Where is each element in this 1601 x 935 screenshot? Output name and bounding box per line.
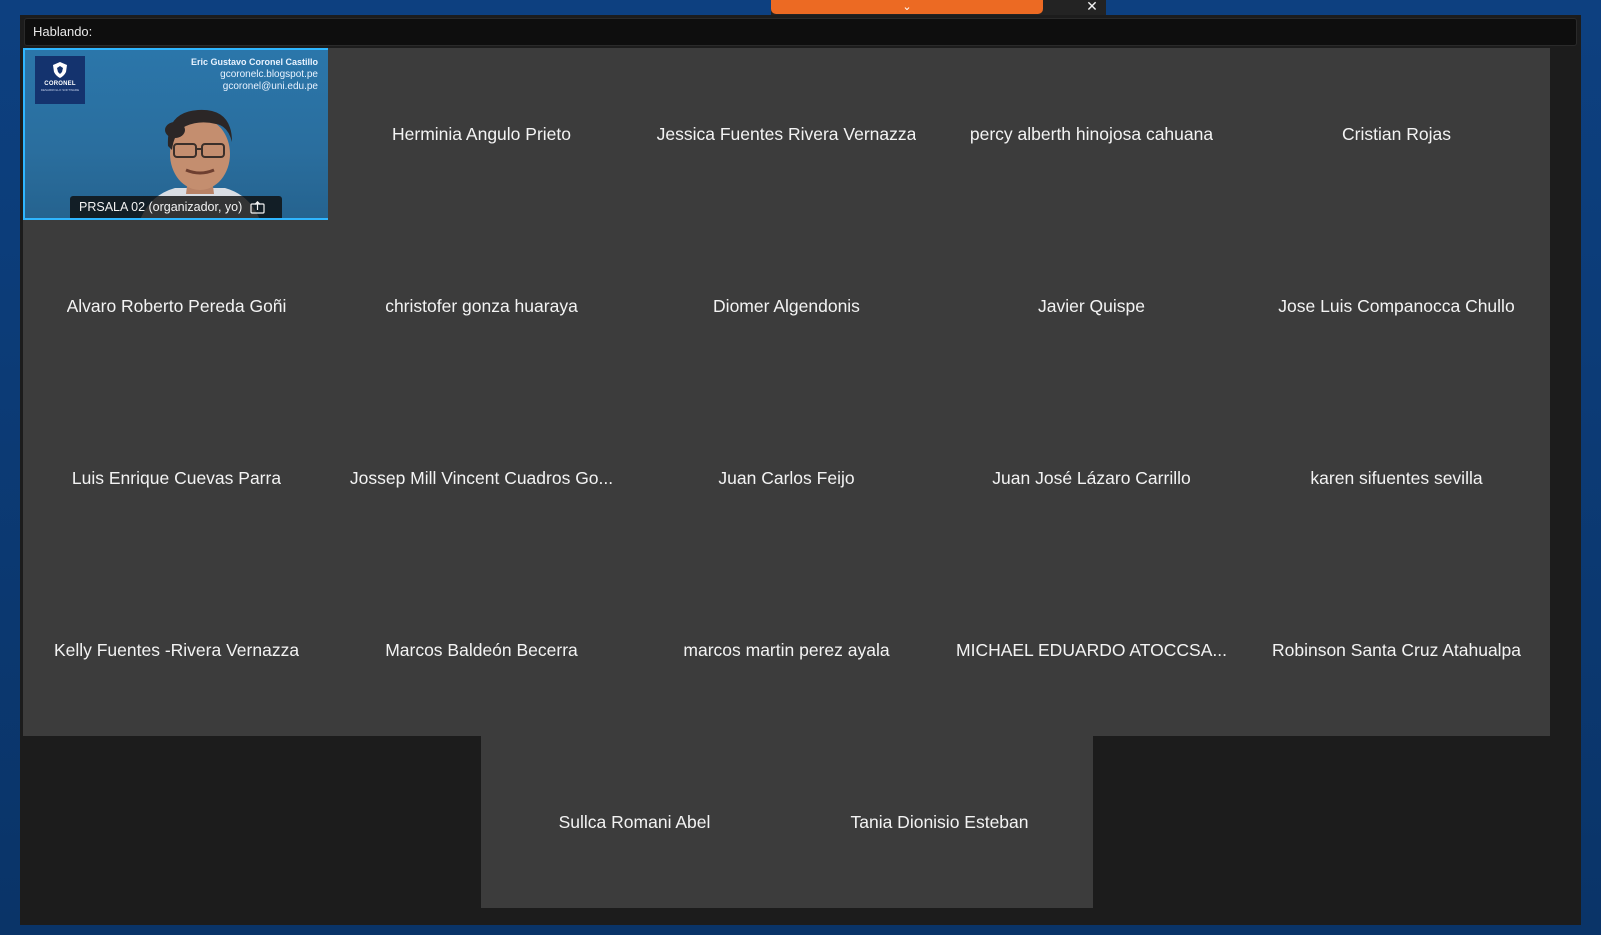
coronel-logo: CORONEL DESARROLLO SOFTWARE <box>35 56 85 104</box>
desktop-background: ⌄ ✕ Hablando: CORONEL DESARROLLO SOFTWAR… <box>0 0 1601 935</box>
participant-name: Marcos Baldeón Becerra <box>385 639 578 660</box>
participant-name: MICHAEL EDUARDO ATOCCSA... <box>956 639 1227 660</box>
participant-name: Diomer Algendonis <box>713 295 860 316</box>
self-name-label: PRSALA 02 (organizador, yo) <box>70 196 282 218</box>
participant-tile[interactable]: Jose Luis Companocca Chullo <box>1243 220 1550 392</box>
participant-tile[interactable]: Robinson Santa Cruz Atahualpa <box>1243 564 1550 736</box>
participant-tile[interactable]: Juan José Lázaro Carrillo <box>938 392 1245 564</box>
shield-icon <box>53 62 67 78</box>
participant-tile[interactable]: Jessica Fuentes Rivera Vernazza <box>633 48 940 220</box>
overlay-name: Eric Gustavo Coronel Castillo <box>190 57 318 67</box>
participant-tile[interactable]: Tania Dionisio Esteban <box>786 736 1093 908</box>
participant-name: karen sifuentes sevilla <box>1310 467 1483 488</box>
participant-name: Cristian Rojas <box>1342 123 1451 144</box>
gallery-grid: CORONEL DESARROLLO SOFTWARE Eric Gustavo… <box>23 48 1580 923</box>
close-icon[interactable]: ✕ <box>1082 0 1102 14</box>
share-screen-icon[interactable] <box>250 200 265 214</box>
participant-tile[interactable]: christofer gonza huaraya <box>328 220 635 392</box>
self-video-tile[interactable]: CORONEL DESARROLLO SOFTWARE Eric Gustavo… <box>23 48 330 220</box>
participant-tile[interactable]: Sullca Romani Abel <box>481 736 788 908</box>
participant-name: Juan José Lázaro Carrillo <box>992 467 1191 488</box>
participant-name: christofer gonza huaraya <box>385 295 578 316</box>
participant-tile[interactable]: MICHAEL EDUARDO ATOCCSA... <box>938 564 1245 736</box>
logo-text: CORONEL <box>44 81 76 87</box>
participant-name: Jose Luis Companocca Chullo <box>1278 295 1515 316</box>
participant-name: Juan Carlos Feijo <box>718 467 855 488</box>
participant-tile[interactable]: Jossep Mill Vincent Cuadros Go... <box>328 392 635 564</box>
participant-tile[interactable]: marcos martin perez ayala <box>633 564 940 736</box>
participant-name: percy alberth hinojosa cahuana <box>969 123 1214 144</box>
participant-tile[interactable]: Kelly Fuentes -Rivera Vernazza <box>23 564 330 736</box>
participant-tile[interactable]: Javier Quispe <box>938 220 1245 392</box>
participant-tile[interactable]: Cristian Rojas <box>1243 48 1550 220</box>
speaking-indicator: Hablando: <box>24 18 1577 46</box>
participant-tile[interactable]: Marcos Baldeón Becerra <box>328 564 635 736</box>
participant-name: Jossep Mill Vincent Cuadros Go... <box>349 467 614 488</box>
participant-tile[interactable]: Herminia Angulo Prieto <box>328 48 635 220</box>
participant-name: Alvaro Roberto Pereda Goñi <box>66 295 287 316</box>
overlay-blog: gcoronelc.blogspot.pe <box>220 68 318 80</box>
participant-name: Javier Quispe <box>1038 295 1145 316</box>
participant-tile[interactable]: Diomer Algendonis <box>633 220 940 392</box>
self-label-text: PRSALA 02 (organizador, yo) <box>79 200 243 214</box>
participant-tile[interactable]: karen sifuentes sevilla <box>1243 392 1550 564</box>
participant-name: marcos martin perez ayala <box>683 639 890 660</box>
chevron-down-icon: ⌄ <box>902 1 912 13</box>
participant-name: Kelly Fuentes -Rivera Vernazza <box>53 639 300 660</box>
video-overlay-info: Eric Gustavo Coronel Castillo gcoronelc.… <box>191 56 318 94</box>
participant-name: Herminia Angulo Prieto <box>392 123 571 144</box>
participant-tile[interactable]: Alvaro Roberto Pereda Goñi <box>23 220 330 392</box>
participant-name: Luis Enrique Cuevas Parra <box>71 467 282 488</box>
meeting-gallery-window: Hablando: CORONEL DESARROLLO SOFTWARE Er… <box>20 15 1581 925</box>
participant-tile[interactable]: percy alberth hinojosa cahuana <box>938 48 1245 220</box>
participant-name: Tania Dionisio Esteban <box>850 811 1029 832</box>
participant-name: Robinson Santa Cruz Atahualpa <box>1271 639 1522 660</box>
participant-tile[interactable]: Luis Enrique Cuevas Parra <box>23 392 330 564</box>
expand-controls-button[interactable]: ⌄ <box>771 0 1043 14</box>
participant-name: Sullca Romani Abel <box>558 811 711 832</box>
participant-name: Jessica Fuentes Rivera Vernazza <box>656 123 917 144</box>
logo-subtext: DESARROLLO SOFTWARE <box>40 88 80 92</box>
participant-tile[interactable]: Juan Carlos Feijo <box>633 392 940 564</box>
